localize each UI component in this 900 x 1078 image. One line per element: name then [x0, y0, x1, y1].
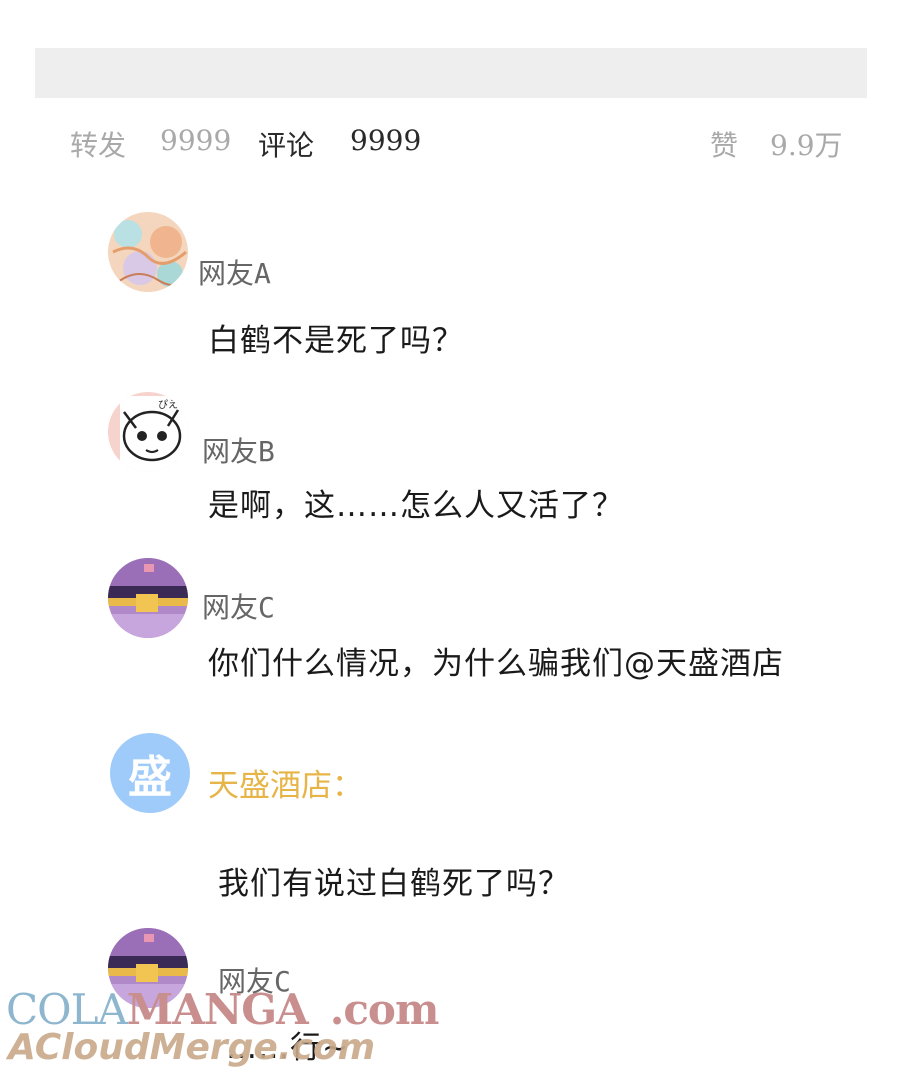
avatar-hotel[interactable]: 盛: [110, 733, 190, 813]
comment-text: 我们有说过白鹤死了吗？: [218, 866, 570, 902]
hotel-username[interactable]: 天盛酒店：: [208, 760, 363, 805]
post-stats-bar: 转发 9999 评论 9999 赞 9.9万: [70, 120, 850, 164]
repost-count: 9999: [160, 124, 232, 157]
comment-text: 白鹤不是死了吗？: [208, 323, 464, 359]
comment-username[interactable]: 网友A: [198, 252, 271, 292]
top-gray-bar: [35, 48, 867, 98]
comment-label[interactable]: 评论: [258, 124, 314, 164]
comment-username[interactable]: 网友C: [202, 586, 275, 626]
comment-username[interactable]: 网友C: [218, 960, 291, 1000]
avatar-user-c[interactable]: [108, 558, 188, 638]
like-label[interactable]: 赞: [710, 124, 738, 164]
comment-text: 是啊，这……怎么人又活了？: [208, 488, 624, 524]
comment-text: ……行~: [226, 1030, 349, 1066]
repost-label[interactable]: 转发: [70, 124, 126, 164]
avatar-user-c[interactable]: [108, 928, 188, 1008]
avatar-user-a[interactable]: [108, 212, 188, 292]
watermark: COLAMANGA .com ACloudMerge.com: [6, 985, 439, 1075]
like-count: 9.9万: [770, 129, 843, 162]
svg-text:ぴえ: ぴえ: [158, 399, 178, 411]
comment-username[interactable]: 网友B: [202, 430, 275, 470]
avatar-user-b[interactable]: ぴえ: [108, 392, 188, 472]
comment-text: 你们什么情况，为什么骗我们@天盛酒店: [208, 646, 784, 682]
watermark-cola: COLA: [6, 985, 128, 1034]
comment-count: 9999: [350, 124, 422, 157]
